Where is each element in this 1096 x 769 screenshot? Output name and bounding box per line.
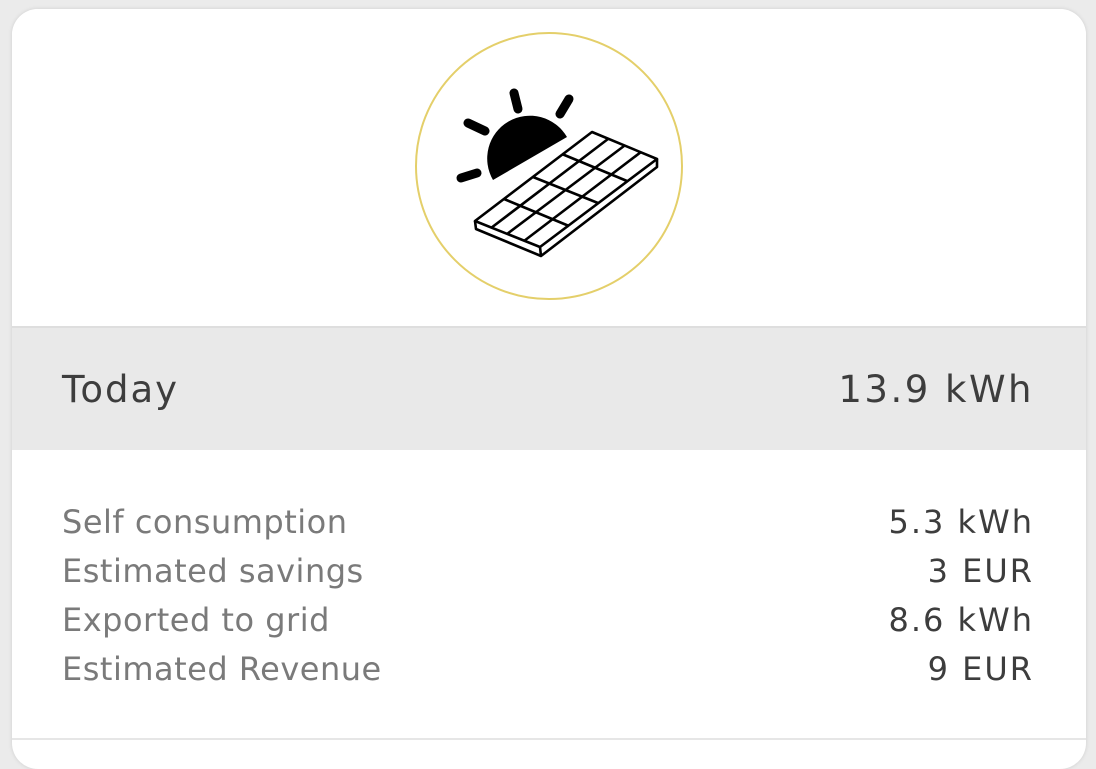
today-summary: Today 13.9 kWh [12, 326, 1086, 450]
detail-label: Self consumption [62, 503, 348, 541]
solar-panel-sun-icon [456, 88, 659, 258]
detail-label: Estimated Revenue [62, 650, 382, 688]
today-label: Today [62, 368, 180, 411]
detail-value: 8.6 kWh [888, 601, 1034, 639]
card-hero [12, 9, 1086, 326]
details-list: Self consumption 5.3 kWh Estimated savin… [12, 450, 1086, 742]
detail-label: Estimated savings [62, 552, 364, 590]
solar-icon-ring [415, 32, 683, 300]
detail-label: Exported to grid [62, 601, 330, 639]
detail-value: 3 EUR [927, 552, 1034, 590]
detail-value: 9 EUR [927, 650, 1034, 688]
footer-divider [12, 738, 1086, 740]
detail-row-self-consumption: Self consumption 5.3 kWh [62, 503, 1034, 547]
solar-production-card: Today 13.9 kWh Self consumption 5.3 kWh … [12, 9, 1086, 769]
detail-row-estimated-savings: Estimated savings 3 EUR [62, 552, 1034, 596]
detail-row-estimated-revenue: Estimated Revenue 9 EUR [62, 650, 1034, 694]
today-total-value: 13.9 kWh [838, 368, 1034, 411]
detail-row-exported-to-grid: Exported to grid 8.6 kWh [62, 601, 1034, 645]
detail-value: 5.3 kWh [888, 503, 1034, 541]
